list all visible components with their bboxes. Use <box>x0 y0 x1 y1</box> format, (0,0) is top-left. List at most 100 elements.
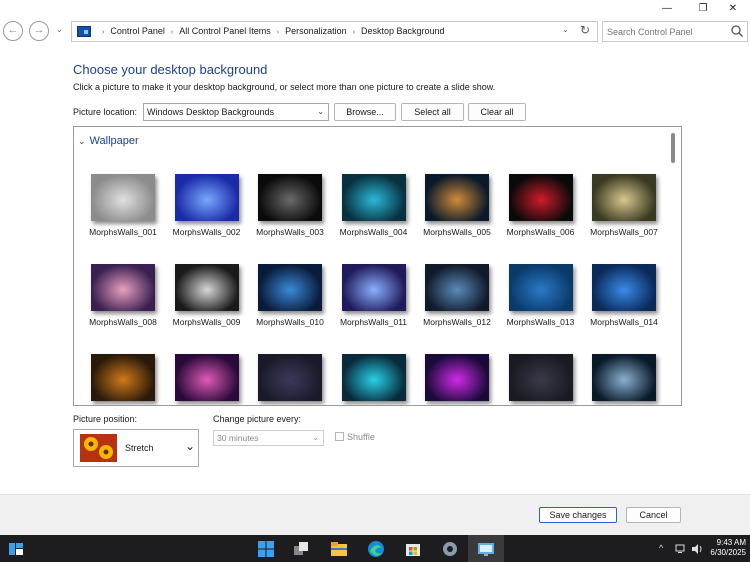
wallpaper-thumbnail[interactable] <box>91 354 155 401</box>
minimize-button[interactable]: — <box>650 0 684 18</box>
wallpaper-thumbnail[interactable] <box>508 264 573 311</box>
wallpaper-thumbnail-label: MorphsWalls_008 <box>89 317 157 327</box>
wallpaper-thumbnail[interactable] <box>91 264 155 311</box>
breadcrumb: › Control Panel › All Control Panel Items › P… <box>96 22 445 41</box>
wallpaper-thumbnail[interactable] <box>174 264 239 311</box>
control-panel-icon <box>77 26 91 37</box>
search-box[interactable] <box>602 21 748 42</box>
settings-gear-icon[interactable] <box>440 539 460 559</box>
clock-date: 6/30/2025 <box>710 548 746 557</box>
search-icon[interactable] <box>730 24 744 38</box>
clock-time: 9:43 AM <box>716 538 746 547</box>
page-title: Choose your desktop background <box>73 62 268 77</box>
breadcrumb-separator-icon: › <box>102 29 105 36</box>
forward-button[interactable]: → <box>29 21 49 41</box>
close-button[interactable]: ✕ <box>716 0 750 18</box>
breadcrumb-personalization[interactable]: Personalization <box>285 26 347 36</box>
breadcrumb-separator-icon: › <box>276 29 280 36</box>
picture-location-value: Windows Desktop Backgrounds <box>147 107 275 117</box>
maximize-button[interactable]: ❐ <box>686 0 720 18</box>
change-picture-label: Change picture every: <box>213 414 302 424</box>
picture-position-value: Stretch <box>125 443 154 453</box>
select-all-button[interactable]: Select all <box>401 103 464 121</box>
control-panel-taskbar-icon[interactable] <box>476 539 496 559</box>
wallpaper-thumbnail-label: MorphsWalls_009 <box>172 317 241 327</box>
wallpaper-thumbnail[interactable] <box>174 174 239 221</box>
wallpaper-thumbnail[interactable] <box>341 354 406 401</box>
wallpaper-group-header[interactable]: ⌄ Wallpaper <box>78 135 139 147</box>
breadcrumb-separator-icon: › <box>170 29 174 36</box>
wallpaper-thumbnail-label: MorphsWalls_007 <box>590 227 658 237</box>
change-interval-value: 30 minutes <box>217 433 259 443</box>
change-interval-select[interactable]: 30 minutes ⌄ <box>213 430 324 446</box>
breadcrumb-control-panel[interactable]: Control Panel <box>110 26 165 36</box>
wallpaper-thumbnail[interactable] <box>174 354 239 401</box>
taskbar: ^ 9:43 AM 6/30/2025 <box>0 535 750 562</box>
shuffle-checkbox[interactable]: Shuffle <box>335 432 375 442</box>
volume-icon[interactable] <box>691 543 703 555</box>
navigation-bar: ← → ⌄ › Control Panel › All Control Panel I… <box>0 19 750 45</box>
network-icon[interactable] <box>675 543 687 555</box>
picture-position-label: Picture position: <box>73 414 138 424</box>
wallpaper-thumbnail[interactable] <box>258 174 322 221</box>
search-input[interactable] <box>607 24 727 39</box>
chevron-down-icon: ⌄ <box>312 433 319 442</box>
wallpaper-thumbnail-label: MorphsWalls_004 <box>339 227 408 237</box>
wallpaper-thumbnail[interactable] <box>508 174 573 221</box>
system-clock[interactable]: 9:43 AM 6/30/2025 <box>706 538 746 558</box>
wallpaper-thumbnail-label: MorphsWalls_001 <box>89 227 157 237</box>
browse-button[interactable]: Browse... <box>334 103 396 121</box>
refresh-icon[interactable]: ↻ <box>580 23 590 37</box>
back-button[interactable]: ← <box>3 21 23 41</box>
wallpaper-thumbnail[interactable] <box>258 354 322 401</box>
wallpaper-thumbnail-label: MorphsWalls_011 <box>339 317 408 327</box>
address-dropdown-icon[interactable]: ⌄ <box>562 25 569 34</box>
wallpaper-thumbnail[interactable] <box>592 174 656 221</box>
recent-locations-chevron-icon[interactable]: ⌄ <box>56 25 63 34</box>
wallpaper-thumbnail-label: MorphsWalls_012 <box>423 317 491 327</box>
task-view-icon[interactable] <box>291 539 311 559</box>
flower-preview-icon <box>80 434 117 462</box>
wallpaper-thumbnail-label: MorphsWalls_013 <box>506 317 575 327</box>
shuffle-label: Shuffle <box>347 432 375 442</box>
wallpaper-gallery[interactable]: ⌄ Wallpaper MorphsWalls_001 MorphsWalls_00… <box>73 126 682 406</box>
wallpaper-thumbnail-label: MorphsWalls_002 <box>172 227 241 237</box>
wallpaper-thumbnail-label: MorphsWalls_003 <box>256 227 324 237</box>
wallpaper-thumbnail[interactable] <box>258 264 322 311</box>
breadcrumb-all-items[interactable]: All Control Panel Items <box>179 26 271 36</box>
cancel-button[interactable]: Cancel <box>626 507 681 523</box>
wallpaper-thumbnail[interactable] <box>341 174 406 221</box>
wallpaper-thumbnail-label: MorphsWalls_014 <box>590 317 658 327</box>
widgets-icon[interactable] <box>6 539 26 559</box>
start-icon[interactable] <box>256 539 276 559</box>
wallpaper-thumbnail[interactable] <box>425 174 489 221</box>
save-changes-button[interactable]: Save changes <box>539 507 617 523</box>
wallpaper-thumbnail[interactable] <box>425 264 489 311</box>
wallpaper-thumbnail[interactable] <box>592 354 656 401</box>
breadcrumb-desktop-background[interactable]: Desktop Background <box>361 26 445 36</box>
wallpaper-thumbnail[interactable] <box>508 354 573 401</box>
wallpaper-thumbnail[interactable] <box>425 354 489 401</box>
address-bar[interactable]: › Control Panel › All Control Panel Items › P… <box>71 21 598 42</box>
title-bar: — ❐ ✕ <box>0 0 750 18</box>
group-collapse-chevron-icon[interactable]: ⌄ <box>78 136 86 146</box>
wallpaper-thumbnail[interactable] <box>592 264 656 311</box>
gallery-scrollbar[interactable] <box>671 133 675 163</box>
chevron-down-icon: ⌄ <box>317 107 324 116</box>
wallpaper-group-label: Wallpaper <box>89 135 139 147</box>
wallpaper-thumbnail-label: MorphsWalls_010 <box>256 317 324 327</box>
tray-chevron-icon[interactable]: ^ <box>659 543 663 553</box>
picture-location-select[interactable]: Windows Desktop Backgrounds ⌄ <box>143 103 329 121</box>
checkbox-icon[interactable] <box>335 432 344 441</box>
chevron-down-icon: ⌄ <box>185 439 196 453</box>
clear-all-button[interactable]: Clear all <box>468 103 526 121</box>
wallpaper-thumbnail[interactable] <box>341 264 406 311</box>
picture-position-select[interactable]: Stretch ⌄ <box>73 429 199 467</box>
position-preview-image <box>80 434 117 462</box>
store-icon[interactable] <box>403 539 423 559</box>
wallpaper-thumbnail[interactable] <box>91 174 155 221</box>
page-instructions: Click a picture to make it your desktop … <box>73 82 496 92</box>
file-explorer-icon[interactable] <box>329 539 349 559</box>
breadcrumb-separator-icon: › <box>352 29 356 36</box>
edge-browser-icon[interactable] <box>366 539 386 559</box>
